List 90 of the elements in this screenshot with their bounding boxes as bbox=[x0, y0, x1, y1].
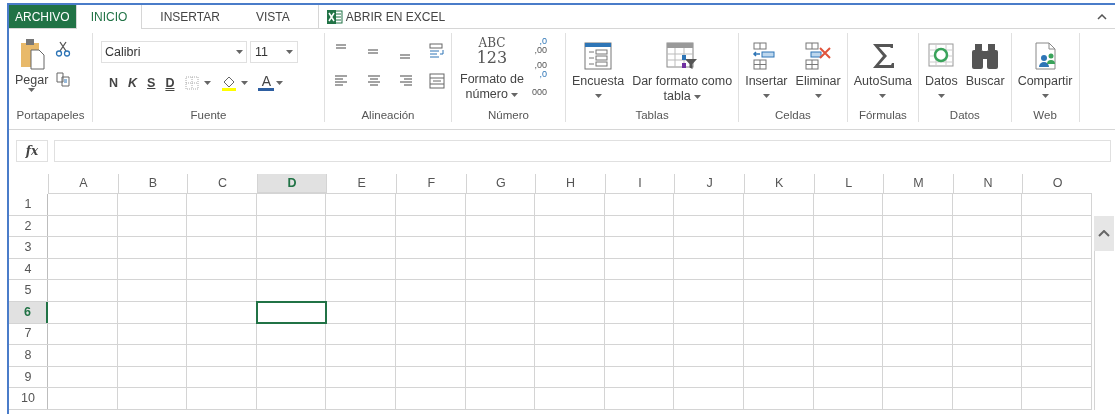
row-header[interactable]: 7 bbox=[9, 323, 48, 345]
caret-icon bbox=[814, 93, 822, 98]
caret-icon bbox=[241, 81, 249, 85]
row-header[interactable]: 6 bbox=[9, 301, 48, 323]
number-format-icon: ABC 123 bbox=[476, 37, 508, 66]
caret-icon bbox=[762, 93, 770, 98]
column-header[interactable]: J bbox=[674, 174, 744, 194]
font-color-button[interactable]: A bbox=[258, 75, 284, 91]
open-in-excel-tab[interactable]: ABRIR EN EXCEL bbox=[317, 5, 446, 28]
caret-icon bbox=[286, 50, 293, 54]
decrease-decimal-button[interactable]: ,00 ,0 bbox=[531, 61, 547, 79]
column-header[interactable]: N bbox=[952, 174, 1023, 194]
ribbon-button[interactable]: Buscar bbox=[962, 36, 1008, 99]
text-style-button[interactable]: S bbox=[147, 76, 156, 90]
ribbon-button[interactable]: Eliminar bbox=[792, 36, 844, 99]
group-label: Número bbox=[487, 108, 530, 122]
increase-decimal-button[interactable]: ,0 ,00 bbox=[531, 37, 547, 55]
row-header[interactable]: 2 bbox=[9, 215, 48, 237]
text-style-button[interactable]: D bbox=[165, 76, 175, 90]
row-header[interactable]: 9 bbox=[9, 366, 48, 388]
ribbon-button[interactable]: Insertar bbox=[742, 36, 791, 99]
form-icon bbox=[583, 41, 614, 71]
font-size-dropdown[interactable]: 11 bbox=[250, 41, 298, 63]
column-header[interactable]: A bbox=[48, 174, 118, 194]
column-header[interactable]: I bbox=[604, 174, 675, 194]
table-filter-icon bbox=[665, 41, 700, 71]
group-label: Tablas bbox=[634, 108, 670, 122]
row-header[interactable]: 4 bbox=[9, 258, 48, 280]
collapse-ribbon-icon[interactable] bbox=[1097, 13, 1107, 20]
paste-button[interactable]: Pegar bbox=[15, 37, 49, 92]
file-tab[interactable]: ARCHIVO bbox=[9, 5, 76, 28]
chevron-up-icon bbox=[1097, 229, 1110, 237]
group-label: Portapapeles bbox=[15, 108, 86, 122]
column-header[interactable]: L bbox=[813, 174, 884, 194]
thousands-separator-button[interactable]: 000 bbox=[531, 88, 547, 97]
column-header[interactable]: F bbox=[395, 174, 466, 194]
caret-icon bbox=[937, 93, 945, 98]
row-header[interactable]: 5 bbox=[9, 280, 48, 301]
ribbon-tab[interactable]: INSERTAR bbox=[142, 5, 238, 28]
clipboard-icon bbox=[18, 37, 45, 71]
caret-icon bbox=[693, 94, 701, 99]
group-label: Alineación bbox=[360, 108, 416, 122]
insert-function-button[interactable]: fx bbox=[16, 140, 48, 162]
copy-icon[interactable] bbox=[54, 71, 73, 87]
merge-cells-icon[interactable] bbox=[428, 73, 447, 89]
formula-input-field[interactable] bbox=[54, 140, 1111, 162]
binoculars-icon bbox=[970, 41, 1001, 71]
caret-icon bbox=[594, 93, 602, 98]
caret-icon bbox=[28, 88, 36, 92]
ribbon-button[interactable]: AutoSuma bbox=[850, 36, 916, 99]
active-cell[interactable] bbox=[255, 300, 327, 324]
ribbon-tab[interactable]: VISTA bbox=[237, 5, 308, 28]
spreadsheet-app-icon bbox=[326, 9, 343, 24]
column-header[interactable]: G bbox=[465, 174, 536, 194]
number-format-button[interactable]: ABC 123 Formato de número bbox=[460, 37, 524, 102]
caret-icon bbox=[879, 93, 887, 98]
column-header[interactable]: C bbox=[187, 174, 257, 194]
column-header[interactable]: K bbox=[743, 174, 814, 194]
group-label: Fuente bbox=[189, 108, 228, 122]
caret-icon bbox=[204, 81, 212, 85]
caret-icon bbox=[276, 81, 284, 85]
wrap-text-icon[interactable] bbox=[428, 43, 447, 59]
ribbon-button[interactable]: Compartir bbox=[1014, 36, 1076, 99]
text-style-button[interactable]: N bbox=[109, 76, 119, 90]
scroll-up-button[interactable] bbox=[1093, 215, 1114, 251]
column-header[interactable]: E bbox=[326, 174, 396, 194]
caret-icon bbox=[511, 92, 519, 97]
caret-icon bbox=[1041, 93, 1049, 98]
ribbon-button[interactable]: Datos bbox=[922, 36, 961, 99]
text-style-button[interactable]: K bbox=[128, 76, 138, 90]
row-header[interactable]: 10 bbox=[9, 388, 48, 409]
delete-cells-icon bbox=[803, 41, 834, 71]
cut-icon[interactable] bbox=[54, 41, 73, 57]
ribbon-tab[interactable]: INICIO bbox=[75, 5, 143, 29]
column-header[interactable]: D bbox=[256, 174, 327, 194]
group-label: Fórmulas bbox=[857, 108, 908, 122]
caret-icon bbox=[236, 50, 243, 54]
row-header[interactable]: 1 bbox=[9, 194, 48, 215]
column-header[interactable]: O bbox=[1022, 174, 1092, 194]
column-header[interactable]: B bbox=[117, 174, 188, 194]
row-header[interactable]: 8 bbox=[9, 345, 48, 366]
ribbon-button[interactable]: Encuesta bbox=[569, 36, 628, 104]
column-header[interactable]: M bbox=[883, 174, 953, 194]
column-header[interactable]: H bbox=[535, 174, 605, 194]
group-label: Datos bbox=[948, 108, 981, 122]
group-label: Celdas bbox=[774, 108, 812, 122]
font-name-dropdown[interactable]: Calibri bbox=[101, 41, 247, 63]
row-header[interactable]: 3 bbox=[9, 237, 48, 258]
ribbon-button[interactable]: Dar formato como tabla bbox=[629, 36, 736, 104]
group-label: Web bbox=[1032, 108, 1058, 122]
